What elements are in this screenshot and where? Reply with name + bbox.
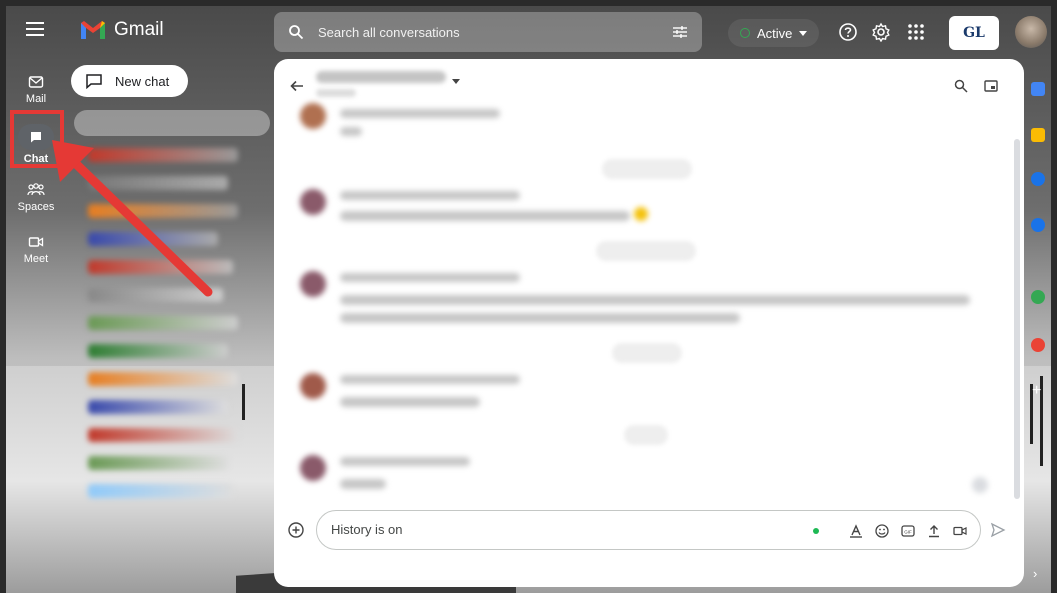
message-text-blurred	[340, 127, 362, 136]
back-arrow-icon[interactable]	[290, 79, 304, 93]
organization-logo[interactable]: GL	[949, 16, 999, 50]
list-item[interactable]	[88, 372, 238, 386]
app-window: Gmail Active	[6, 6, 1051, 593]
search-options-icon[interactable]	[672, 24, 688, 40]
date-divider-blurred	[596, 241, 696, 261]
avatar	[300, 271, 326, 297]
message-text-blurred	[340, 479, 386, 489]
date-divider-blurred	[624, 425, 668, 445]
message-text-blurred	[340, 211, 630, 221]
chevron-down-icon[interactable]	[452, 79, 460, 84]
contacts-icon[interactable]	[1031, 218, 1045, 232]
top-bar: Gmail Active	[6, 6, 1051, 58]
search-input[interactable]	[318, 24, 638, 40]
scroll-to-bottom-icon[interactable]	[972, 477, 988, 493]
list-item[interactable]	[88, 316, 238, 330]
emoji-blurred	[634, 207, 648, 221]
user-avatar[interactable]	[1015, 16, 1047, 48]
message-sender-blurred	[340, 375, 520, 384]
avatar	[300, 103, 326, 129]
svg-text:GIF: GIF	[904, 529, 912, 534]
conversation-subtitle-blurred	[316, 89, 356, 97]
online-indicator	[813, 528, 819, 534]
search-icon[interactable]	[288, 24, 304, 40]
red-arrow-annotation	[52, 140, 213, 297]
chat-header	[274, 59, 1024, 103]
nav-mail[interactable]: Mail	[6, 74, 66, 105]
main-menu-icon[interactable]	[26, 22, 44, 36]
message-composer[interactable]: GIF	[316, 510, 981, 550]
chat-panel: GIF	[274, 59, 1024, 587]
avatar	[300, 189, 326, 215]
status-selector[interactable]: Active	[728, 19, 820, 47]
message-sender-blurred	[340, 273, 520, 282]
nav-meet-label: Meet	[23, 253, 49, 265]
spaces-icon	[27, 183, 45, 196]
new-chat-button[interactable]: New chat	[71, 65, 188, 97]
nav-mail-label: Mail	[25, 93, 47, 105]
right-side-panel: + ›	[1025, 62, 1051, 592]
new-chat-label: New chat	[115, 73, 170, 89]
avatar	[300, 455, 326, 481]
send-icon[interactable]	[990, 522, 1006, 538]
list-item[interactable]	[88, 484, 233, 498]
add-attachment-icon[interactable]	[288, 522, 304, 538]
date-divider-blurred	[612, 343, 682, 363]
gif-icon[interactable]: GIF	[901, 524, 915, 538]
status-dot-icon	[740, 28, 750, 38]
help-icon[interactable]	[838, 22, 858, 42]
mail-icon	[28, 76, 44, 88]
scrollbar[interactable]	[1014, 139, 1020, 499]
popout-icon[interactable]	[984, 79, 998, 93]
new-chat-icon	[86, 74, 102, 89]
chevron-right-icon[interactable]: ›	[1033, 566, 1037, 581]
search-bar[interactable]	[274, 12, 702, 52]
chevron-down-icon	[799, 30, 808, 36]
app-name: Gmail	[114, 19, 164, 40]
tasks-icon[interactable]	[1031, 172, 1045, 186]
message-sender-blurred	[340, 457, 470, 466]
status-label: Active	[757, 25, 793, 41]
avatar	[300, 373, 326, 399]
date-divider-blurred	[602, 159, 692, 179]
message-sender-blurred	[340, 109, 500, 118]
search-in-chat-icon[interactable]	[954, 79, 968, 93]
apps-grid-icon[interactable]	[906, 22, 926, 42]
upload-icon[interactable]	[927, 524, 941, 538]
addon-green-icon[interactable]	[1031, 290, 1045, 304]
get-addons-icon[interactable]: +	[1032, 382, 1041, 400]
message-text-blurred	[340, 295, 970, 305]
message-sender-blurred	[340, 191, 520, 200]
video-meeting-icon[interactable]	[953, 524, 967, 538]
keep-icon[interactable]	[1031, 128, 1045, 142]
gmail-logo[interactable]: Gmail	[80, 19, 164, 41]
list-item[interactable]	[88, 456, 228, 470]
message-text-blurred	[340, 397, 480, 407]
calendar-icon[interactable]	[1031, 82, 1045, 96]
settings-gear-icon[interactable]	[871, 22, 891, 42]
message-input[interactable]	[331, 522, 631, 537]
meet-icon	[28, 237, 44, 247]
list-item[interactable]	[88, 428, 238, 442]
list-item[interactable]	[88, 400, 228, 414]
conversation-title-blurred[interactable]	[316, 71, 446, 83]
conversation-selected[interactable]	[74, 110, 270, 136]
org-logo-text: GL	[963, 25, 985, 41]
message-text-blurred	[340, 313, 740, 323]
gmail-m-icon	[81, 21, 105, 39]
addon-red-icon[interactable]	[1031, 338, 1045, 352]
format-text-icon[interactable]	[849, 524, 863, 538]
emoji-icon[interactable]	[875, 524, 889, 538]
list-item[interactable]	[88, 344, 228, 358]
